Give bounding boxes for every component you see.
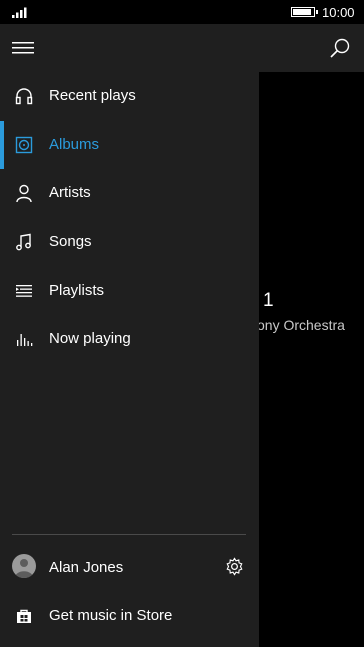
album-icon [15,136,33,154]
nav-item-label: Now playing [49,330,131,347]
top-bar [0,24,364,72]
store-icon[interactable] [16,608,32,624]
status-bar: 10:00 [0,0,364,24]
person-icon [16,184,32,203]
album-title-fragment[interactable]: 1 [263,290,274,312]
nav-item-label: Recent plays [49,87,136,104]
nav-item-label: Artists [49,184,91,201]
clock: 10:00 [322,5,355,20]
search-icon[interactable] [328,36,352,60]
avatar[interactable] [12,554,36,578]
album-list-background: 1 ony Orchestra [259,72,364,647]
nav-item-label: Playlists [49,282,105,299]
music-note-icon [16,233,31,251]
headphones-icon [15,88,33,105]
navigation-drawer: Recent plays Albums Artists Songs Playli… [0,72,259,647]
nav-item-now-playing[interactable]: Now playing [0,315,259,363]
divider [12,534,246,535]
equalizer-icon [17,334,33,346]
hamburger-menu-icon[interactable] [12,38,34,58]
account-name[interactable]: Alan Jones [49,559,123,576]
battery-icon [291,7,318,17]
active-indicator [0,121,4,169]
nav-item-playlists[interactable]: Playlists [0,267,259,315]
nav-item-label: Songs [49,233,92,250]
nav-item-label: Albums [49,136,100,153]
nav-item-songs[interactable]: Songs [0,218,259,266]
nav-item-albums[interactable]: Albums [0,121,259,169]
playlist-icon [16,285,32,297]
album-artist-fragment: ony Orchestra [259,317,345,333]
avatar-person-icon [15,559,33,578]
nav-item-artists[interactable]: Artists [0,169,259,217]
signal-icon [12,7,27,18]
nav-item-recent-plays[interactable]: Recent plays [0,72,259,120]
gear-icon[interactable] [225,557,244,576]
store-link[interactable]: Get music in Store [49,607,172,624]
